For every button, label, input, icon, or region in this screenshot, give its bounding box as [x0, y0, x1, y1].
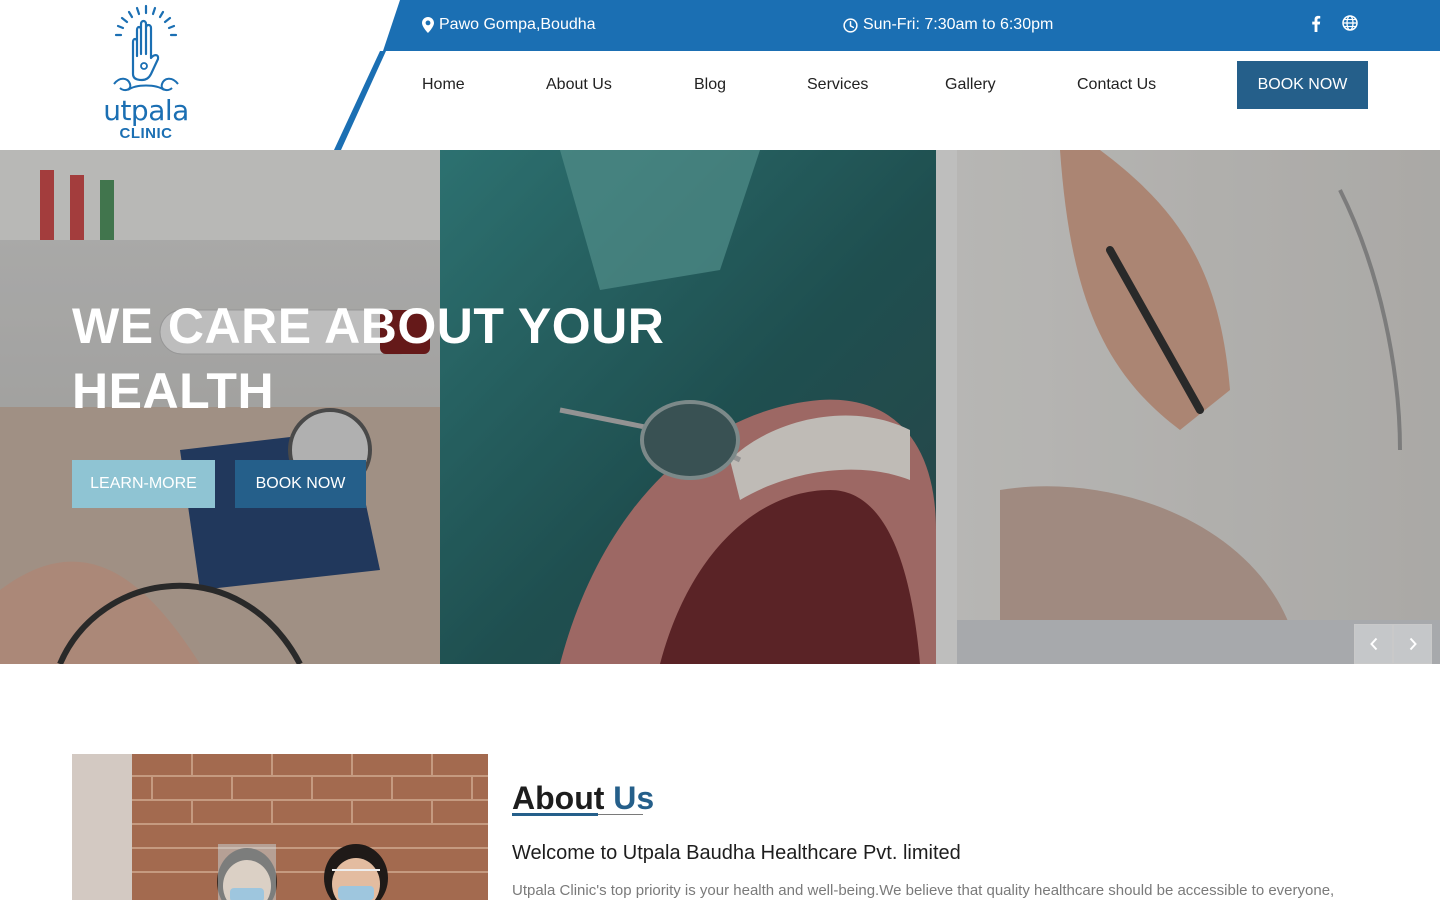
website-link[interactable] — [1342, 15, 1358, 31]
nav-gallery[interactable]: Gallery — [945, 74, 996, 96]
address-text: Pawo Gompa,Boudha — [439, 16, 596, 33]
globe-icon — [1342, 15, 1358, 31]
about-photo — [72, 754, 488, 900]
header-book-now-button[interactable]: BOOK NOW — [1237, 61, 1368, 109]
nav-blog[interactable]: Blog — [694, 74, 726, 96]
facebook-icon — [1312, 15, 1321, 32]
hero-slider: WE CARE ABOUT YOUR HEALTH LEARN-MORE BOO… — [0, 150, 1440, 664]
site-logo[interactable]: utpala CLINIC — [96, 4, 196, 146]
hero-title: WE CARE ABOUT YOUR HEALTH — [72, 298, 665, 419]
hero-book-now-button[interactable]: BOOK NOW — [235, 460, 366, 508]
nav-contact-us[interactable]: Contact Us — [1077, 74, 1156, 96]
about-subtitle: Welcome to Utpala Baudha Healthcare Pvt.… — [512, 842, 961, 864]
map-marker-icon — [422, 17, 434, 33]
about-heading-word2: Us — [613, 780, 655, 816]
site-header: Pawo Gompa,Boudha Sun-Fri: 7:30am to 6:3… — [0, 0, 1440, 150]
slider-next-button[interactable] — [1393, 624, 1432, 664]
about-description: Utpala Clinic's top priority is your hea… — [512, 882, 1335, 899]
logo-wordmark: utpala — [103, 94, 189, 127]
nav-about-us[interactable]: About Us — [546, 74, 612, 96]
chevron-right-icon — [1409, 637, 1417, 651]
logo-subtitle: CLINIC — [119, 125, 173, 142]
nav-home[interactable]: Home — [422, 74, 465, 96]
slider-prev-button[interactable] — [1354, 624, 1393, 664]
about-heading-underline — [512, 813, 643, 816]
clock-icon — [843, 17, 858, 33]
clinic-staff-photo — [72, 754, 488, 900]
learn-more-button[interactable]: LEARN-MORE — [72, 460, 215, 508]
facebook-link[interactable] — [1311, 15, 1321, 32]
about-heading-word1: About — [512, 780, 605, 816]
chevron-left-icon — [1369, 637, 1377, 651]
hours-text: Sun-Fri: 7:30am to 6:30pm — [863, 16, 1054, 33]
lotus-hand-logo-icon — [113, 4, 179, 92]
hours-info: Sun-Fri: 7:30am to 6:30pm — [843, 15, 1053, 35]
nav-services[interactable]: Services — [807, 74, 868, 96]
address-info: Pawo Gompa,Boudha — [422, 15, 596, 35]
